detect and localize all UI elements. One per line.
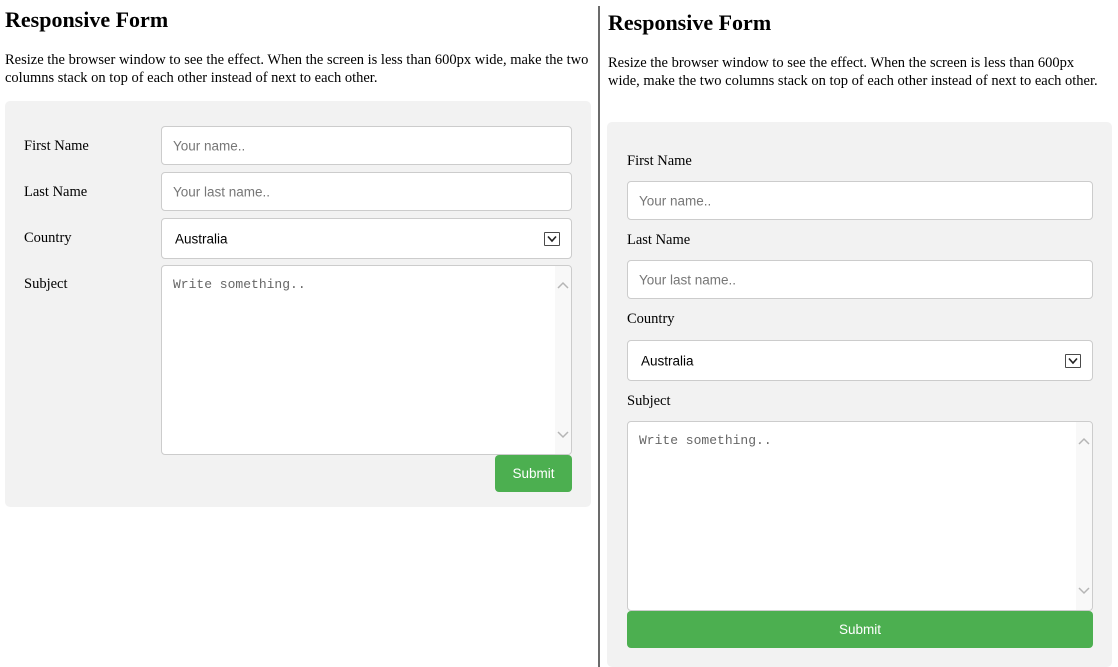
narrow-layout-pane: Responsive Form Resize the browser windo… xyxy=(601,0,1118,667)
subject-placeholder: Write something.. xyxy=(173,277,306,292)
textarea-scrollbar[interactable] xyxy=(1076,422,1092,610)
submit-button[interactable]: Submit xyxy=(495,455,572,492)
first-name-label: First Name xyxy=(627,153,692,169)
scroll-up-arrow-icon[interactable] xyxy=(557,280,569,290)
last-name-label: Last Name xyxy=(24,184,88,200)
subject-textarea[interactable]: Write something.. xyxy=(627,421,1093,611)
scroll-up-arrow-icon[interactable] xyxy=(1078,436,1090,446)
subject-label: Subject xyxy=(24,276,68,292)
form-container: First Name Your name.. Last Name Your la… xyxy=(607,122,1112,667)
country-label: Country xyxy=(627,311,675,327)
pane-divider xyxy=(598,6,600,667)
country-label: Country xyxy=(24,230,72,246)
scroll-down-arrow-icon[interactable] xyxy=(557,430,569,440)
country-select[interactable]: Australia xyxy=(627,340,1093,381)
country-select[interactable]: Australia xyxy=(161,218,572,259)
chevron-down-icon[interactable] xyxy=(1065,353,1081,368)
last-name-label: Last Name xyxy=(627,232,691,248)
subject-textarea[interactable]: Write something.. xyxy=(161,265,572,455)
page-description: Resize the browser window to see the eff… xyxy=(5,52,589,86)
page-title: Responsive Form xyxy=(608,10,772,35)
chevron-down-icon[interactable] xyxy=(544,231,560,246)
first-name-input[interactable]: Your name.. xyxy=(161,126,572,165)
textarea-scrollbar[interactable] xyxy=(555,266,571,454)
subject-placeholder: Write something.. xyxy=(639,433,772,448)
first-name-placeholder: Your name.. xyxy=(639,193,712,208)
country-selected-value: Australia xyxy=(641,353,694,368)
last-name-input[interactable]: Your last name.. xyxy=(627,260,1093,299)
page-title: Responsive Form xyxy=(5,7,169,32)
scroll-down-arrow-icon[interactable] xyxy=(1078,586,1090,596)
last-name-input[interactable]: Your last name.. xyxy=(161,172,572,211)
first-name-placeholder: Your name.. xyxy=(173,138,246,153)
form-container: First Name Your name.. Last Name Your la… xyxy=(5,101,591,507)
last-name-placeholder: Your last name.. xyxy=(639,272,737,287)
submit-button[interactable]: Submit xyxy=(627,611,1093,648)
country-selected-value: Australia xyxy=(175,231,228,246)
last-name-placeholder: Your last name.. xyxy=(173,184,271,199)
first-name-input[interactable]: Your name.. xyxy=(627,181,1093,220)
subject-label: Subject xyxy=(627,393,671,409)
first-name-label: First Name xyxy=(24,138,89,154)
wide-layout-pane: Responsive Form Resize the browser windo… xyxy=(0,0,598,667)
page-description: Resize the browser window to see the eff… xyxy=(608,55,1098,89)
